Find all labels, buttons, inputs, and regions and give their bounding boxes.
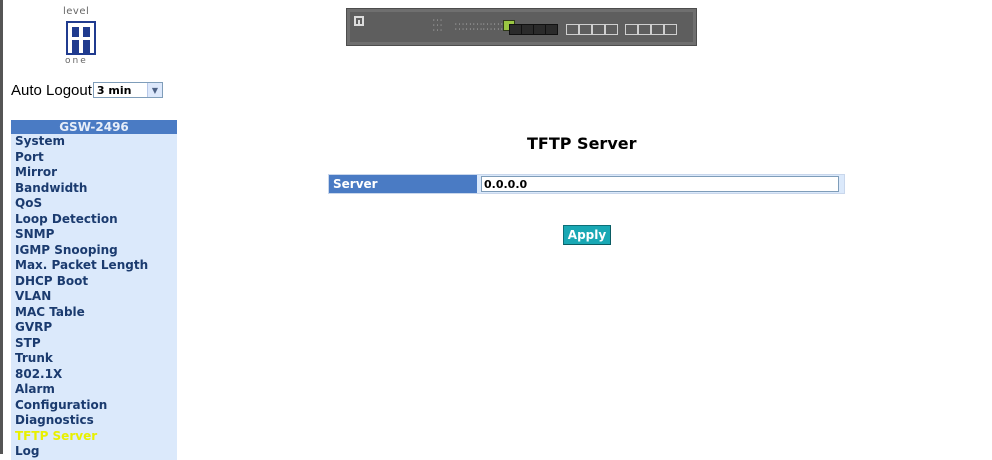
sidebar-item-mirror[interactable]: Mirror	[11, 165, 177, 181]
device-front-panel-image: ··· ··· ··· ········ ········ ········ ·····…	[346, 8, 697, 46]
sidebar-item-port[interactable]: Port	[11, 149, 177, 165]
port-icon	[566, 24, 579, 35]
sidebar-item-snmp[interactable]: SNMP	[11, 227, 177, 243]
port-icon	[625, 24, 638, 35]
logo-top-text: level	[63, 6, 90, 17]
sidebar-item-trunk[interactable]: Trunk	[11, 351, 177, 367]
port-icon	[579, 24, 592, 35]
levelone-logo: level one	[57, 6, 105, 72]
status-led-grid: ··· ··· ···	[432, 17, 443, 34]
logo-mark-icon	[66, 21, 96, 55]
apply-button[interactable]: Apply	[563, 225, 611, 245]
sidebar-item-8021x[interactable]: 802.1X	[11, 366, 177, 382]
sidebar-item-stp[interactable]: STP	[11, 335, 177, 351]
sidebar-item-igmp-snooping[interactable]: IGMP Snooping	[11, 242, 177, 258]
sidebar-item-system[interactable]: System	[11, 134, 177, 150]
menu-title: GSW-2496	[11, 120, 177, 134]
port-icon	[545, 24, 558, 35]
sidebar-item-tftp-server[interactable]: TFTP Server	[11, 428, 177, 444]
port-icon	[605, 24, 618, 35]
port-icon	[592, 24, 605, 35]
sidebar-item-gvrp[interactable]: GVRP	[11, 320, 177, 336]
sidebar-item-loop-detection[interactable]: Loop Detection	[11, 211, 177, 227]
sidebar-item-max-packet-length[interactable]: Max. Packet Length	[11, 258, 177, 274]
sidebar-item-bandwidth[interactable]: Bandwidth	[11, 180, 177, 196]
auto-logout: Auto Logout 3 min ▼	[11, 81, 163, 99]
sidebar-item-mac-table[interactable]: MAC Table	[11, 304, 177, 320]
sidebar-item-dhcp-boot[interactable]: DHCP Boot	[11, 273, 177, 289]
sidebar-item-alarm[interactable]: Alarm	[11, 382, 177, 398]
sidebar-item-configuration[interactable]: Configuration	[11, 397, 177, 413]
sidebar-item-log[interactable]: Log	[11, 444, 177, 460]
port-led-grid: ········ ········	[454, 21, 483, 33]
server-label: Server	[329, 175, 477, 193]
device-logo-icon	[354, 16, 364, 26]
left-frame: level one Auto Logout 3 min ▼ GSW-2496 S…	[0, 0, 200, 460]
chevron-down-icon[interactable]: ▼	[146, 83, 162, 97]
server-row: Server	[328, 174, 845, 194]
sidebar-item-diagnostics[interactable]: Diagnostics	[11, 413, 177, 429]
logo-bottom-text: one	[65, 56, 88, 66]
sidebar-menu: GSW-2496 System Port Mirror Bandwidth Qo…	[11, 120, 177, 460]
port-icon	[664, 24, 677, 35]
auto-logout-label: Auto Logout	[11, 81, 92, 99]
server-input[interactable]	[481, 176, 839, 192]
page: level one Auto Logout 3 min ▼ GSW-2496 S…	[0, 0, 992, 460]
sidebar-item-vlan[interactable]: VLAN	[11, 289, 177, 305]
port-icon	[638, 24, 651, 35]
auto-logout-select[interactable]: 3 min ▼	[92, 82, 163, 98]
auto-logout-value: 3 min	[96, 83, 132, 97]
port-icon	[651, 24, 664, 35]
sidebar-item-qos[interactable]: QoS	[11, 196, 177, 212]
page-title: TFTP Server	[527, 134, 637, 153]
